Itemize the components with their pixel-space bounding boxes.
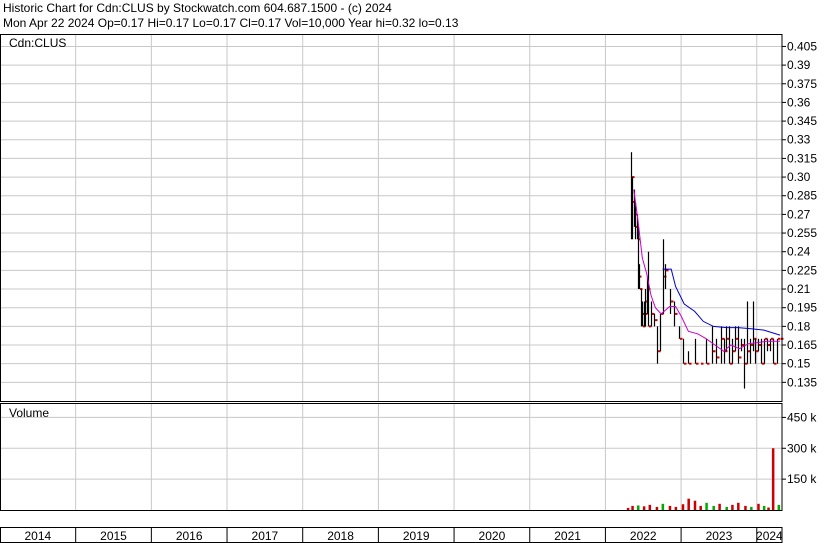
volume-bar bbox=[661, 503, 665, 510]
price-tick-label: 0.135 bbox=[787, 375, 817, 389]
price-tick-label: 0.27 bbox=[787, 207, 811, 221]
volume-bar bbox=[648, 504, 652, 510]
volume-bar bbox=[631, 505, 634, 510]
volume-bar bbox=[668, 505, 672, 510]
volume-bar bbox=[767, 507, 770, 510]
close-tick bbox=[671, 300, 674, 303]
price-tick-label: 0.285 bbox=[787, 189, 817, 203]
grid-lines bbox=[0, 34, 782, 510]
price-tick-label: 0.405 bbox=[787, 39, 817, 53]
price-tick-label: 0.18 bbox=[787, 319, 811, 333]
close-tick bbox=[680, 337, 683, 340]
close-tick bbox=[689, 362, 692, 365]
volume-bar bbox=[636, 505, 640, 510]
x-tick-label: 2018 bbox=[327, 529, 354, 543]
close-tick bbox=[778, 337, 781, 340]
x-tick-label: 2019 bbox=[403, 529, 430, 543]
close-tick bbox=[739, 356, 742, 359]
volume-bar bbox=[762, 505, 766, 510]
close-tick bbox=[713, 350, 716, 353]
x-tick-label: 2022 bbox=[630, 529, 657, 543]
volume-bar bbox=[750, 506, 753, 510]
price-tick-label: 0.195 bbox=[787, 301, 817, 315]
volume-tick-label: 150 k bbox=[787, 472, 817, 486]
price-tick-label: 0.345 bbox=[787, 114, 817, 128]
volume-bar bbox=[681, 504, 685, 510]
price-tick-label: 0.375 bbox=[787, 77, 817, 91]
volume-bar bbox=[712, 505, 715, 510]
price-tick-label: 0.225 bbox=[787, 263, 817, 277]
close-tick bbox=[655, 319, 658, 322]
volume-bar bbox=[744, 505, 747, 510]
volume-bar bbox=[705, 502, 708, 510]
x-tick-label: 2016 bbox=[176, 529, 203, 543]
x-tick-label: 2014 bbox=[24, 529, 51, 543]
volume-bar bbox=[777, 504, 781, 510]
price-tick-label: 0.33 bbox=[787, 133, 811, 147]
volume-bar bbox=[725, 506, 728, 510]
close-tick bbox=[701, 362, 704, 365]
moving-average-long-line bbox=[662, 268, 781, 336]
x-tick-label: 2023 bbox=[706, 529, 733, 543]
price-panel-title: Cdn:CLUS bbox=[9, 36, 66, 50]
close-tick bbox=[675, 312, 678, 315]
close-tick bbox=[696, 362, 699, 365]
volume-bar bbox=[718, 503, 721, 510]
x-tick-label: 2024 bbox=[756, 529, 783, 543]
price-tick-label: 0.39 bbox=[787, 58, 811, 72]
price-panel-frame bbox=[0, 34, 783, 402]
x-tick-label: 2020 bbox=[479, 529, 506, 543]
volume-bar bbox=[642, 506, 646, 510]
price-tick-label: 0.36 bbox=[787, 95, 811, 109]
volume-bar bbox=[737, 502, 740, 510]
volume-bar bbox=[687, 498, 690, 510]
volume-bar bbox=[757, 503, 760, 510]
price-tick-label: 0.315 bbox=[787, 151, 817, 165]
close-tick bbox=[717, 356, 720, 359]
volume-bar bbox=[655, 506, 659, 510]
volume-tick-label: 300 k bbox=[787, 441, 817, 455]
volume-bar bbox=[674, 506, 678, 510]
price-tick-label: 0.21 bbox=[787, 282, 811, 296]
x-tick-label: 2015 bbox=[100, 529, 127, 543]
close-tick bbox=[707, 362, 710, 365]
volume-bar bbox=[699, 505, 702, 510]
price-tick-label: 0.15 bbox=[787, 357, 811, 371]
volume-bar bbox=[626, 507, 630, 510]
close-tick bbox=[684, 362, 687, 365]
price-tick-label: 0.255 bbox=[787, 226, 817, 240]
volume-bar bbox=[771, 448, 775, 510]
price-volume-chart: 2014 2015 2016 2017 2018 2019 2020 2021 2022 2023… bbox=[0, 34, 817, 543]
close-tick bbox=[666, 269, 669, 272]
volume-tick-label: 450 k bbox=[787, 410, 817, 424]
price-tick-label: 0.24 bbox=[787, 245, 811, 259]
x-tick-label: 2021 bbox=[554, 529, 581, 543]
x-tick-label: 2017 bbox=[252, 529, 279, 543]
volume-panel-title: Volume bbox=[9, 406, 49, 420]
volume-bar bbox=[731, 504, 734, 510]
close-tick bbox=[774, 362, 777, 365]
price-tick-label: 0.30 bbox=[787, 170, 811, 184]
volume-panel-frame bbox=[0, 403, 783, 511]
volume-bar bbox=[693, 500, 697, 510]
price-tick-label: 0.165 bbox=[787, 338, 817, 352]
